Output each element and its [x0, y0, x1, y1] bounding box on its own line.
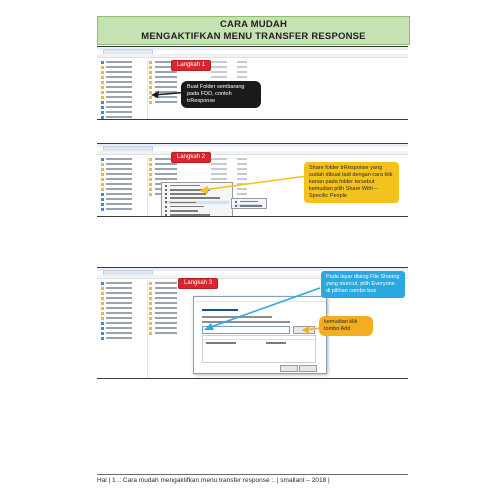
share-permissions-table — [202, 335, 316, 363]
step-1-screenshot: Langkah 1 Buat Folder sembarang pada FDD… — [97, 46, 408, 120]
step-2-arrow — [199, 175, 308, 194]
step-3-arrows — [204, 287, 321, 334]
step-3-callout-everyone: Pada layar dialog File Sharing yang munc… — [321, 271, 405, 298]
footer-rule — [97, 474, 408, 475]
share-button[interactable] — [280, 365, 298, 372]
cancel-button[interactable] — [299, 365, 317, 372]
explorer-nav-pane — [97, 59, 148, 119]
explorer-ribbon — [97, 151, 408, 155]
title-banner: CARA MUDAH MENGAKTIFKAN MENU TRANSFER RE… — [97, 16, 410, 45]
explorer-nav-pane — [97, 280, 148, 378]
explorer-nav-pane — [97, 156, 148, 216]
step-1-callout: Buat Folder sembarang pada FDD, contoh t… — [181, 81, 261, 108]
document-page: CARA MUDAH MENGAKTIFKAN MENU TRANSFER RE… — [0, 0, 495, 495]
step-3-screenshot: Langkah 3 Pada layar dialog File Sharing… — [97, 267, 408, 379]
step-2-badge: Langkah 2 — [172, 153, 211, 162]
step-3-callout-add: kemudian klik tombo Add — [319, 316, 373, 336]
step-2-callout: Share folder trResponse yang sudah dibua… — [304, 162, 399, 203]
explorer-ribbon — [97, 54, 408, 58]
step-2-screenshot: Langkah 2 Share folder trResponse yang s… — [97, 143, 408, 217]
title-line-2: MENGAKTIFKAN MENU TRANSFER RESPONSE — [141, 31, 366, 42]
title-line-1: CARA MUDAH — [219, 19, 288, 30]
page-footer: Hal | 1 .: Cara mudah mengaktifkan menu … — [97, 477, 330, 484]
